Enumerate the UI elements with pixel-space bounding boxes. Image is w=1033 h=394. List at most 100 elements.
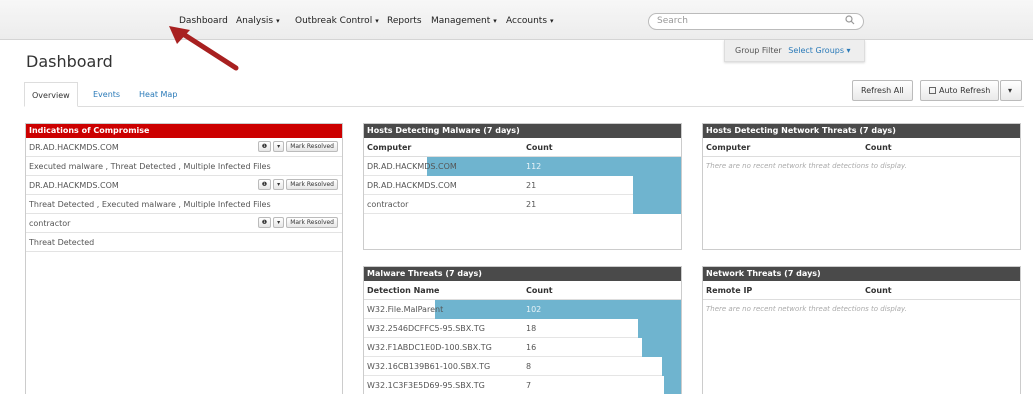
chevron-down-icon: ▾ [550,17,554,25]
malware-threats-panel: Malware Threats (7 days) Detection Name … [363,266,682,394]
table-row[interactable]: DR.AD.HACKMDS.COM 112 [364,157,681,176]
column-header-count: Count [526,286,553,295]
row-name: W32.1C3F3E5D69-95.SBX.TG [367,381,485,390]
ioc-host-row[interactable]: DR.AD.HACKMDS.COM ❶ ▾ Mark Resolved [26,176,342,195]
nav-outbreak-control[interactable]: Outbreak Control ▾ [295,16,379,26]
table-row[interactable]: W32.2546DCFFC5-95.SBX.TG 18 [364,319,681,338]
malware-threats-header: Detection Name Count [364,281,681,300]
mark-resolved-button[interactable]: Mark Resolved [286,217,338,228]
hosts-malware-header: Computer Count [364,138,681,157]
auto-refresh-button[interactable]: Auto Refresh [920,80,1000,101]
ioc-list: DR.AD.HACKMDS.COM ❶ ▾ Mark Resolved Executed… [26,138,342,252]
ioc-actions: ❶ ▾ Mark Resolved [256,141,338,153]
nav-reports-label: Reports [387,16,422,26]
malware-threats-rows: W32.File.MalParent 102 W32.2546DCFFC5-95.S… [364,300,681,394]
page-title: Dashboard [26,52,113,71]
column-header-count: Count [526,143,553,152]
info-icon[interactable]: ❶ [257,179,272,190]
chevron-down-icon: ▾ [276,17,280,25]
network-threats-title: Network Threats (7 days) [703,267,1020,281]
auto-refresh-checkbox[interactable] [929,87,936,94]
nav-outbreak-control-label: Outbreak Control [295,16,373,26]
ioc-description: Threat Detected [26,233,342,252]
row-count: 21 [526,200,537,209]
column-header-computer: Computer [706,143,751,152]
ioc-panel: Indications of Compromise DR.AD.HACKMDS.… [25,123,343,394]
ioc-host-name[interactable]: DR.AD.HACKMDS.COM [29,143,119,152]
info-icon[interactable]: ❶ [257,217,272,228]
refresh-all-button[interactable]: Refresh All [852,80,913,101]
ioc-host-name[interactable]: DR.AD.HACKMDS.COM [29,181,119,190]
count-bar [642,338,681,357]
network-threats-empty-message: There are no recent network threat detec… [706,305,907,313]
column-header-detection-name: Detection Name [367,286,440,295]
ioc-description: Executed malware , Threat Detected , Mul… [26,157,342,176]
tab-events[interactable]: Events [86,82,127,107]
table-row[interactable]: contractor 21 [364,195,681,214]
nav-accounts[interactable]: Accounts ▾ [506,16,554,26]
mark-resolved-button[interactable]: Mark Resolved [286,141,338,152]
row-count: 21 [526,181,537,190]
row-name: contractor [367,200,409,209]
nav-analysis[interactable]: Analysis ▾ [236,16,280,26]
nav-management-label: Management [431,16,491,26]
row-count: 16 [526,343,537,352]
column-header-count: Count [865,286,892,295]
network-threats-header: Remote IP Count [703,281,1020,300]
row-name: W32.16CB139B61-100.SBX.TG [367,362,491,371]
row-name: W32.F1ABDC1E0D-100.SBX.TG [367,343,492,352]
chevron-down-icon[interactable]: ▾ [273,217,285,228]
hosts-network-title: Hosts Detecting Network Threats (7 days) [703,124,1020,138]
chevron-down-icon[interactable]: ▾ [273,141,285,152]
tab-heat-map[interactable]: Heat Map [132,82,184,107]
row-count: 7 [526,381,532,390]
search-icon[interactable] [845,15,855,25]
group-filter-label: Group Filter [735,46,782,55]
row-count: 18 [526,324,537,333]
count-bar [435,300,681,319]
hosts-network-panel: Hosts Detecting Network Threats (7 days)… [702,123,1021,250]
info-icon[interactable]: ❶ [257,141,272,152]
column-header-remote-ip: Remote IP [706,286,753,295]
column-header-computer: Computer [367,143,412,152]
chevron-down-icon: ▾ [375,17,379,25]
row-count: 8 [526,362,532,371]
ioc-host-name[interactable]: contractor [29,219,70,228]
column-header-count: Count [865,143,892,152]
ioc-host-row[interactable]: contractor ❶ ▾ Mark Resolved [26,214,342,233]
nav-management[interactable]: Management ▾ [431,16,497,26]
table-row[interactable]: W32.1C3F3E5D69-95.SBX.TG 7 [364,376,681,394]
nav-accounts-label: Accounts [506,16,548,26]
row-name: W32.2546DCFFC5-95.SBX.TG [367,324,485,333]
count-bar [633,176,681,195]
count-bar [661,357,681,376]
tab-overview[interactable]: Overview [24,82,78,107]
table-row[interactable]: DR.AD.HACKMDS.COM 21 [364,176,681,195]
row-name: W32.File.MalParent [367,305,444,314]
row-count: 102 [526,305,542,314]
ioc-host-row[interactable]: DR.AD.HACKMDS.COM ❶ ▾ Mark Resolved [26,138,342,157]
table-row[interactable]: W32.File.MalParent 102 [364,300,681,319]
search-input[interactable]: Search [648,13,864,30]
search-placeholder: Search [657,16,688,26]
count-bar [633,195,681,214]
table-row[interactable]: W32.16CB139B61-100.SBX.TG 8 [364,357,681,376]
mark-resolved-button[interactable]: Mark Resolved [286,179,338,190]
hosts-malware-panel: Hosts Detecting Malware (7 days) Compute… [363,123,682,250]
malware-threats-title: Malware Threats (7 days) [364,267,681,281]
ioc-panel-title: Indications of Compromise [26,124,342,138]
nav-reports[interactable]: Reports [387,16,422,26]
hosts-malware-title: Hosts Detecting Malware (7 days) [364,124,681,138]
top-navbar: Dashboard Analysis ▾ Outbreak Control ▾ Re… [0,0,1033,40]
ioc-actions: ❶ ▾ Mark Resolved [256,179,338,191]
ioc-description: Threat Detected , Executed malware , Mul… [26,195,342,214]
table-row[interactable]: W32.F1ABDC1E0D-100.SBX.TG 16 [364,338,681,357]
row-name: DR.AD.HACKMDS.COM [367,181,457,190]
chevron-down-icon: ▾ [493,17,497,25]
chevron-down-icon[interactable]: ▾ [273,179,285,190]
select-groups-dropdown[interactable]: Select Groups ▾ [788,46,850,55]
row-name: DR.AD.HACKMDS.COM [367,162,457,171]
annotation-arrow-icon [169,26,239,71]
group-filter: Group Filter Select Groups ▾ [724,40,865,62]
auto-refresh-dropdown[interactable]: ▾ [1000,80,1022,101]
